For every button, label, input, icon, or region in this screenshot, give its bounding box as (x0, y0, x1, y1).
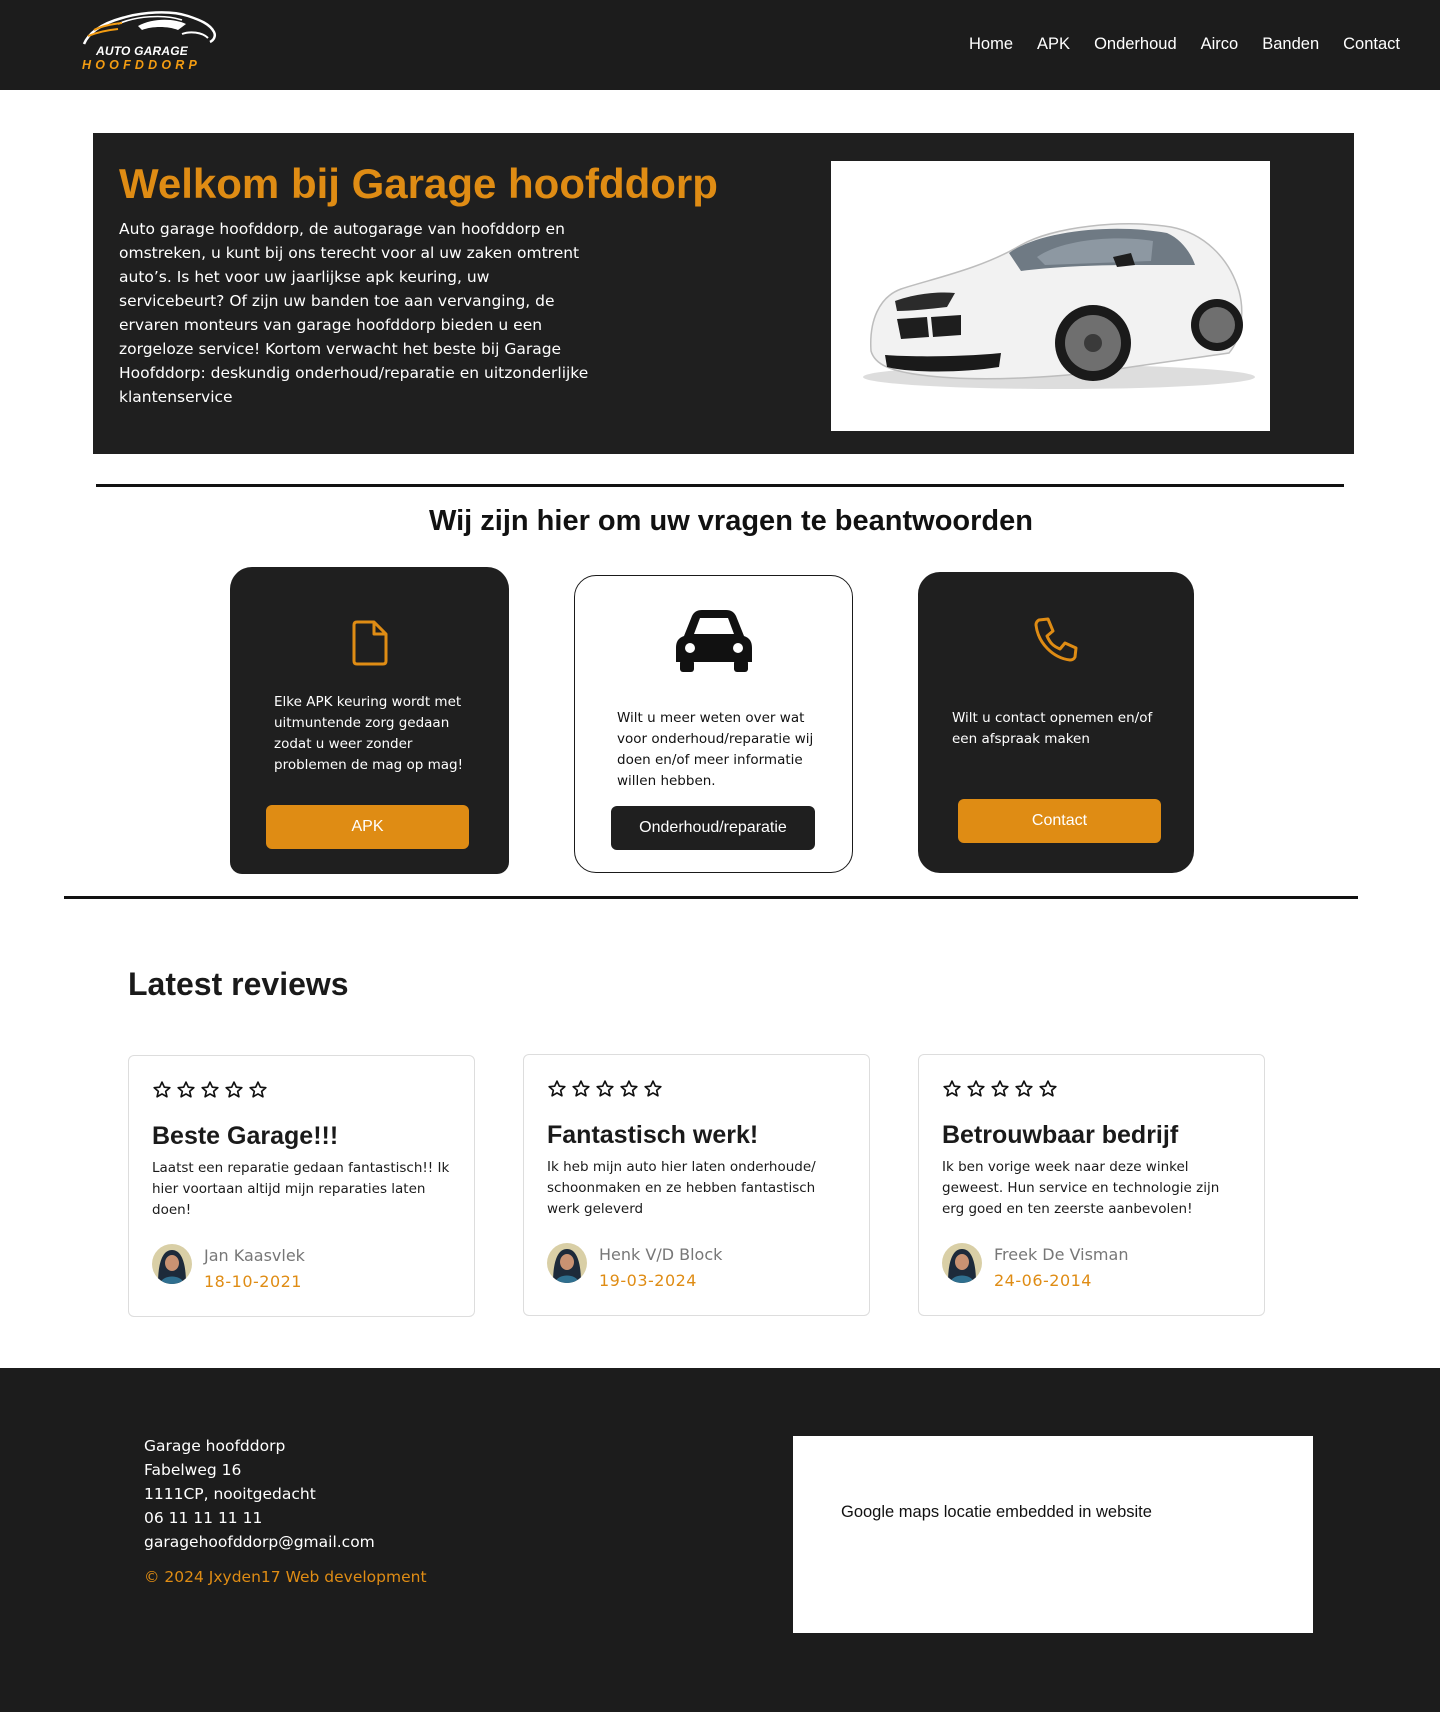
review-date: 19-03-2024 (599, 1271, 697, 1290)
top-navbar: AUTO GARAGE HOOFDDORP Home APK Onderhoud… (0, 0, 1440, 90)
star-outline-icon (225, 1081, 243, 1098)
star-outline-icon (153, 1081, 171, 1098)
nav-link-contact[interactable]: Contact (1343, 35, 1400, 54)
phone-number: 06 11 11 11 11 (144, 1509, 263, 1527)
review-text: Ik heb mijn auto hier laten onderhoude/ … (547, 1159, 816, 1217)
star-outline-icon (572, 1080, 590, 1097)
hero-section: Welkom bij Garage hoofddorp Auto garage … (93, 133, 1354, 454)
service-card-onderhoud: Wilt u meer weten over wat voor onderhou… (574, 575, 853, 873)
service-card-text: Wilt u contact opnemen en/of een afspraa… (952, 710, 1153, 747)
postal-city: 1111CP, nooitgedacht (144, 1485, 316, 1503)
email-address: garagehoofddorp@gmail.com (144, 1533, 375, 1551)
star-outline-icon (177, 1081, 195, 1098)
reviewer-avatar-icon (152, 1244, 192, 1284)
star-outline-icon (620, 1080, 638, 1097)
star-outline-icon (596, 1080, 614, 1097)
service-card-text: Wilt u meer weten over wat voor onderhou… (617, 710, 814, 789)
review-title: Betrouwbaar bedrijf (942, 1121, 1179, 1149)
logo-text-top: AUTO GARAGE (96, 44, 188, 58)
reviewer-avatar-icon (942, 1243, 982, 1283)
star-outline-icon (991, 1080, 1009, 1097)
review-card: Beste Garage!!! Laatst een reparatie ged… (128, 1055, 475, 1317)
review-text: Laatst een reparatie gedaan fantastisch!… (152, 1160, 450, 1218)
nav-link-airco[interactable]: Airco (1201, 35, 1239, 54)
document-icon (352, 620, 387, 666)
star-rating (547, 1079, 663, 1099)
review-date: 24-06-2014 (994, 1271, 1092, 1290)
star-outline-icon (548, 1080, 566, 1097)
star-outline-icon (201, 1081, 219, 1098)
logo-text-bottom: HOOFDDORP (82, 58, 202, 72)
hero-title: Welkom bij Garage hoofddorp (119, 160, 718, 207)
hero-car-image (831, 161, 1270, 431)
company-name: Garage hoofddorp (144, 1437, 286, 1455)
service-card-apk: Elke APK keuring wordt met uitmuntende z… (230, 567, 509, 874)
nav-link-banden[interactable]: Banden (1262, 35, 1319, 54)
star-outline-icon (967, 1080, 985, 1097)
nav-link-apk[interactable]: APK (1037, 35, 1070, 54)
avatar (547, 1243, 587, 1283)
main-menu: Home APK Onderhoud Airco Banden Contact (969, 35, 1400, 54)
star-outline-icon (249, 1081, 267, 1098)
nav-link-onderhoud[interactable]: Onderhoud (1094, 35, 1177, 54)
service-card-text: Elke APK keuring wordt met uitmuntende z… (274, 694, 463, 773)
copyright-text: © 2024 Jxyden17 Web development (144, 1568, 427, 1586)
review-title: Fantastisch werk! (547, 1121, 759, 1149)
apk-button[interactable]: APK (266, 805, 469, 849)
car-icon (675, 610, 752, 672)
contact-button[interactable]: Contact (958, 799, 1161, 843)
star-rating (152, 1080, 268, 1100)
section-divider-bottom (64, 896, 1358, 899)
services-title: Wij zijn hier om uw vragen te beantwoord… (429, 505, 1033, 537)
map-embed[interactable]: Google maps locatie embedded in website (793, 1436, 1313, 1633)
star-rating (942, 1079, 1058, 1099)
nav-link-home[interactable]: Home (969, 35, 1013, 54)
review-card: Betrouwbaar bedrijf Ik ben vorige week n… (918, 1054, 1265, 1316)
garage-logo[interactable]: AUTO GARAGE HOOFDDORP (78, 4, 220, 76)
onderhoud-reparatie-button[interactable]: Onderhoud/reparatie (611, 806, 815, 850)
reviewer-name: Henk V/D Block (599, 1245, 723, 1264)
star-outline-icon (943, 1080, 961, 1097)
hero-description: Auto garage hoofddorp, de autogarage van… (119, 220, 589, 406)
site-footer: Garage hoofddorp Fabelweg 16 1111CP, noo… (0, 1368, 1440, 1712)
service-card-contact: Wilt u contact opnemen en/of een afspraa… (918, 572, 1194, 873)
reviews-title: Latest reviews (128, 966, 349, 1002)
review-date: 18-10-2021 (204, 1272, 302, 1291)
avatar (942, 1243, 982, 1283)
avatar (152, 1244, 192, 1284)
white-car-illustration (863, 223, 1255, 389)
phone-icon (1034, 617, 1078, 662)
reviewer-avatar-icon (547, 1243, 587, 1283)
review-title: Beste Garage!!! (152, 1122, 339, 1150)
review-text: Ik ben vorige week naar deze winkel gewe… (942, 1159, 1220, 1217)
reviewer-name: Freek De Visman (994, 1245, 1129, 1264)
review-card: Fantastisch werk! Ik heb mijn auto hier … (523, 1054, 870, 1316)
star-outline-icon (644, 1080, 662, 1097)
reviewer-name: Jan Kaasvlek (204, 1246, 305, 1265)
star-outline-icon (1039, 1080, 1057, 1097)
star-outline-icon (1015, 1080, 1033, 1097)
section-divider-top (96, 484, 1344, 487)
map-placeholder-text: Google maps locatie embedded in website (841, 1503, 1152, 1521)
footer-address: Garage hoofddorp Fabelweg 16 1111CP, noo… (144, 1434, 375, 1554)
street-address: Fabelweg 16 (144, 1461, 242, 1479)
